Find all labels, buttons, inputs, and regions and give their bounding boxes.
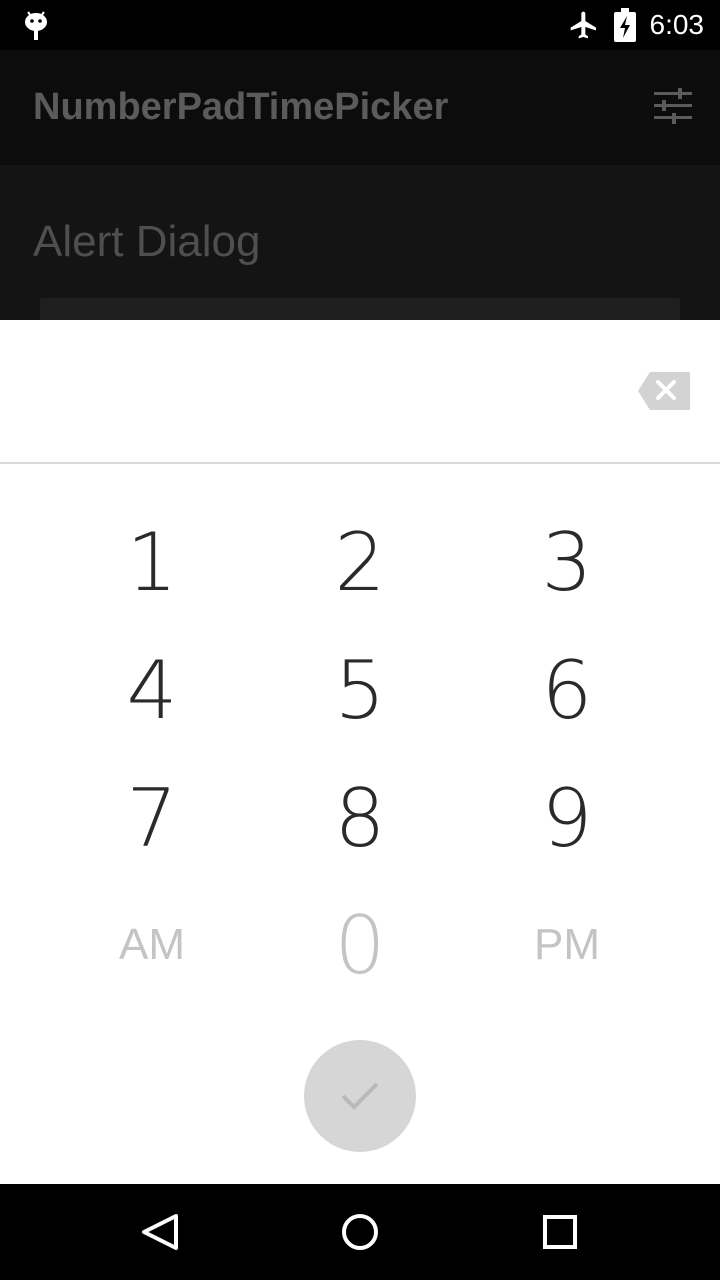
app-title: NumberPadTimePicker bbox=[33, 86, 449, 128]
key-0[interactable]: 0 bbox=[260, 890, 460, 1000]
navigation-bar bbox=[0, 1184, 720, 1280]
main-content: Alert Dialog bbox=[0, 165, 720, 328]
key-8[interactable]: 8 bbox=[260, 763, 460, 873]
battery-charging-icon bbox=[613, 8, 636, 42]
key-1[interactable]: 1 bbox=[52, 507, 252, 617]
back-icon[interactable] bbox=[136, 1208, 184, 1256]
time-picker-dialog: 1 2 3 4 5 6 7 8 9 AM 0 PM bbox=[0, 320, 720, 1184]
key-5[interactable]: 5 bbox=[260, 635, 460, 745]
airplane-mode-icon bbox=[570, 11, 596, 39]
tune-icon[interactable] bbox=[654, 88, 692, 124]
key-9[interactable]: 9 bbox=[467, 763, 667, 873]
key-6[interactable]: 6 bbox=[467, 635, 667, 745]
key-am[interactable]: AM bbox=[52, 890, 252, 1000]
status-bar: 6:03 bbox=[0, 0, 720, 50]
app-bar: NumberPadTimePicker bbox=[0, 50, 720, 165]
check-icon bbox=[341, 1082, 379, 1110]
android-debug-icon bbox=[25, 11, 47, 40]
key-7[interactable]: 7 bbox=[52, 763, 252, 873]
done-button[interactable] bbox=[304, 1040, 416, 1152]
recents-icon[interactable] bbox=[536, 1208, 584, 1256]
status-time: 6:03 bbox=[649, 9, 705, 40]
key-2[interactable]: 2 bbox=[260, 507, 460, 617]
key-pm[interactable]: PM bbox=[467, 890, 667, 1000]
section-title: Alert Dialog bbox=[33, 217, 261, 266]
key-4[interactable]: 4 bbox=[52, 635, 252, 745]
key-3[interactable]: 3 bbox=[467, 507, 667, 617]
home-icon[interactable] bbox=[336, 1208, 384, 1256]
